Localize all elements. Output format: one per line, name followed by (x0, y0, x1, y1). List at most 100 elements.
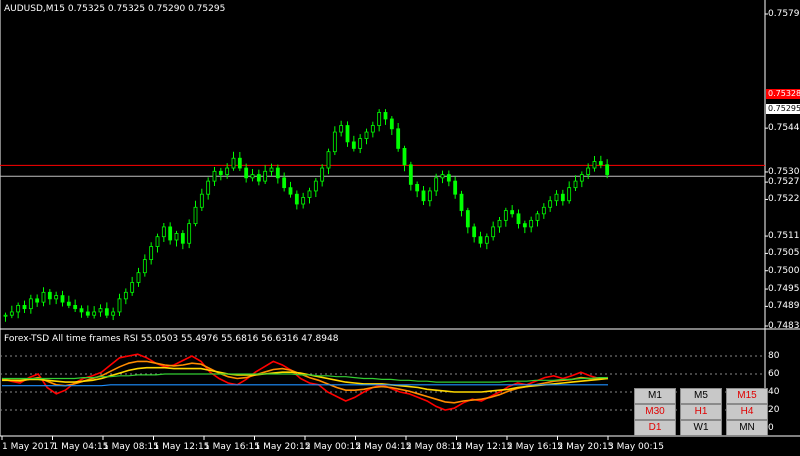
timeframe-button-h4[interactable]: H4 (726, 404, 768, 420)
candle-body (313, 180, 318, 192)
candle-body (155, 236, 160, 247)
candle-body (522, 223, 527, 228)
candle-body (554, 193, 559, 202)
candle-body (332, 131, 337, 153)
timeframe-button-h1[interactable]: H1 (680, 404, 722, 420)
candle-body (244, 167, 249, 179)
candle-body (161, 226, 166, 238)
candle-body (465, 210, 470, 228)
candle-body (307, 190, 312, 198)
rsi-line-m30 (1, 360, 608, 404)
timeframe-button-mn[interactable]: MN (726, 420, 768, 436)
rsi-tick-label: 0 (768, 423, 774, 433)
candle-body (370, 125, 375, 133)
candle-body (529, 219, 534, 228)
candle-body (16, 304, 21, 313)
candle-body (364, 131, 369, 140)
candle-body (269, 167, 274, 172)
rsi-tick-label: 40 (768, 387, 780, 397)
candle-body (79, 308, 84, 313)
candle-body (579, 174, 584, 182)
candle-body (212, 170, 217, 182)
candle-body (3, 314, 8, 317)
price-tick-label: 0.74837 (768, 321, 800, 331)
candle-body (275, 167, 280, 179)
time-tick-label: 3 May 00:15 (608, 442, 664, 452)
candle-body (250, 174, 255, 179)
candle-body (294, 193, 299, 205)
candle-body (263, 170, 268, 182)
candle-body (459, 193, 464, 211)
candle-body (567, 187, 572, 202)
candle-body (592, 161, 597, 169)
price-tick-label: 0.75442 (768, 123, 800, 134)
candle-body (377, 112, 382, 126)
candle-body (541, 206, 546, 215)
candle-body (231, 157, 236, 169)
candle-body (516, 213, 521, 225)
candle-body (98, 308, 103, 313)
rsi-tick-label: 60 (768, 369, 780, 379)
candle-body (484, 236, 489, 244)
candle-body (497, 219, 502, 228)
candle-body (60, 295, 65, 303)
candle-body (9, 311, 14, 316)
timeframe-button-m30[interactable]: M30 (634, 404, 676, 420)
price-tick-label: 0.74897 (768, 301, 800, 312)
time-tick-label: 2 May 00:15 (305, 442, 361, 452)
candle-body (446, 174, 451, 182)
candle-body (503, 210, 508, 221)
candle-body (104, 308, 109, 316)
candle-body (358, 138, 363, 149)
candle-body (92, 311, 97, 316)
candle-body (237, 157, 242, 169)
candle-body (225, 167, 230, 175)
candle-body (301, 197, 306, 205)
candle-body (345, 125, 350, 143)
candle-body (66, 301, 71, 306)
price-tick-label: 0.75277 (768, 177, 800, 188)
candle-body (22, 304, 27, 310)
timeframe-button-w1[interactable]: W1 (680, 420, 722, 436)
candle-body (408, 164, 413, 185)
candle-body (351, 141, 356, 149)
symbol-header: AUDUSD,M15 0.75325 0.75325 0.75290 0.752… (4, 4, 226, 14)
price-tick-label: 0.75059 (768, 248, 800, 259)
price-tick-label: 0.75308 (768, 166, 800, 177)
candle-body (187, 223, 192, 244)
candle-body (415, 183, 420, 192)
timeframe-button-m1[interactable]: M1 (634, 388, 676, 404)
candle-body (288, 187, 293, 195)
timeframe-button-m15[interactable]: M15 (726, 388, 768, 404)
rsi-tick-label: 20 (768, 405, 780, 415)
timeframe-button-m5[interactable]: M5 (680, 388, 722, 404)
candle-body (199, 193, 204, 208)
price-tick-label: 0.75791 (768, 9, 800, 19)
time-tick-label: 1 May 12:15 (153, 442, 210, 452)
price-tick-label: 0.74950 (768, 284, 800, 295)
candle-body (491, 226, 496, 238)
candle-body (180, 233, 185, 244)
candle-body (535, 213, 540, 221)
candle-body (111, 311, 116, 316)
candle-body (389, 118, 394, 130)
bid-price-label: 0.75295 (766, 104, 800, 114)
candle-body (256, 174, 261, 182)
candle-body (193, 206, 198, 225)
candle-body (440, 174, 445, 179)
candle-body (453, 180, 458, 195)
candle-body (383, 112, 388, 120)
candle-body (117, 298, 122, 313)
timeframe-button-d1[interactable]: D1 (634, 420, 676, 436)
candle-body (174, 233, 179, 241)
candle-body (73, 304, 78, 310)
price-tick-label: 0.75224 (768, 194, 800, 205)
candle-body (320, 167, 325, 182)
candle-body (28, 298, 33, 310)
time-tick-label: 2 May 08:15 (406, 442, 462, 452)
candle-body (85, 311, 90, 316)
time-tick-label: 2 May 20:15 (557, 442, 614, 452)
candle-body (47, 291, 52, 300)
candle-body (282, 177, 287, 189)
time-tick-label: 1 May 2017 (2, 442, 55, 452)
